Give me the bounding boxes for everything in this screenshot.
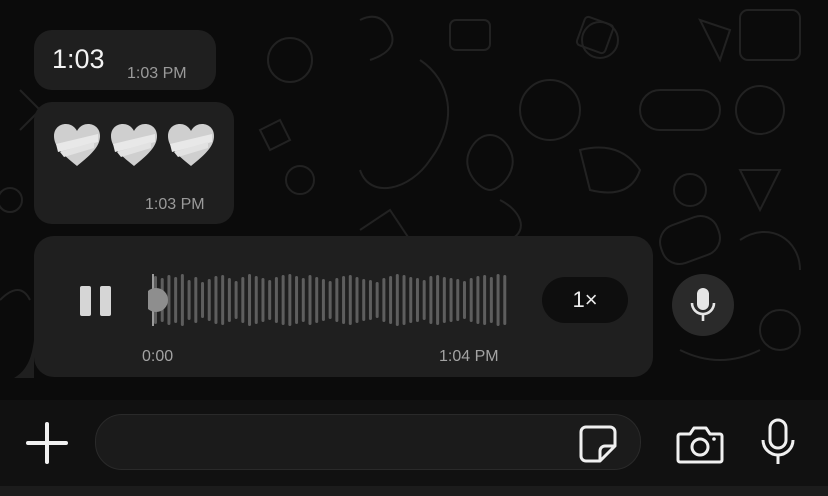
waveform-bar [382,278,386,322]
waveform-bar [489,277,493,323]
waveform-bar [321,279,325,321]
waveform-bar [221,275,225,325]
message-bubble[interactable]: 1:03 1:03 PM [34,30,216,90]
waveform-bar [362,279,366,321]
waveform-bar [261,278,265,322]
message-timestamp: 1:03 PM [127,65,187,82]
waveform-bar [368,280,372,320]
waveform-bar [194,277,198,323]
microphone-icon[interactable] [760,418,796,466]
waveform-bar [201,282,205,318]
waveform-bar [180,274,184,326]
waveform-bar [274,277,278,323]
waveform-bar [295,276,299,324]
message-input[interactable] [114,425,568,461]
waveform-bar [402,275,406,325]
waveform-bar [422,280,426,320]
waveform-bar [395,274,399,326]
microphone-icon [690,288,716,321]
waveform-bar [483,275,487,325]
waveform-bar [328,281,332,319]
waveform-bar [355,277,359,323]
playback-scrubber[interactable] [148,288,168,312]
pause-icon-bar [100,286,111,316]
voice-message-bubble[interactable]: 1× 0:00 1:04 PM [34,236,653,377]
waveform-bar [442,277,446,323]
pause-button[interactable] [80,286,114,316]
message-timestamp: 1:04 PM [439,348,499,365]
waveform-bar [214,276,218,324]
message-text: 1:03 [52,44,105,74]
grey-heart-icon [54,124,100,166]
waveform-bar [268,280,272,320]
plus-icon[interactable] [26,422,68,464]
waveform-bar [248,274,252,326]
waveform-bar [241,277,245,323]
grey-heart-icon [111,124,157,166]
waveform-bar [409,277,413,323]
waveform-bar [315,277,319,323]
message-timestamp: 1:03 PM [145,196,205,213]
sticker-icon[interactable] [578,424,618,464]
bubble-tail [14,340,34,378]
waveform-bar [375,282,379,318]
waveform-bar [348,275,352,325]
grey-hearts-emoji [52,122,216,168]
waveform-bar [389,276,393,324]
waveform-bar [436,275,440,325]
waveform-bar [227,278,231,322]
record-voice-button[interactable] [672,274,734,336]
waveform-bar [207,279,211,321]
waveform-bar [234,281,238,319]
waveform-bar [335,278,339,322]
emoji-message-bubble[interactable]: 1:03 PM [34,102,234,224]
voice-elapsed-time: 0:00 [142,348,174,365]
waveform-bar [308,275,312,325]
message-input-box[interactable] [95,414,641,470]
camera-icon[interactable] [676,424,724,464]
waveform-bar [415,278,419,322]
home-indicator-area [0,486,828,496]
waveform-bar [469,278,473,322]
waveform-bar [456,279,460,321]
waveform-bar [174,277,178,323]
waveform-bar [288,274,292,326]
playback-speed-button[interactable]: 1× [542,277,628,323]
waveform-bar [187,280,191,320]
waveform-bar [449,278,453,322]
pause-icon [80,286,91,316]
grey-heart-icon [168,124,214,166]
waveform-bar [281,275,285,325]
voice-waveform[interactable] [148,272,508,328]
waveform-bar [342,276,346,324]
waveform-bar [254,276,258,324]
waveform-bar [301,278,305,322]
waveform-bar [496,274,500,326]
waveform-bar [476,276,480,324]
waveform-bar [503,275,507,325]
waveform-bar [429,276,433,324]
waveform-bar [462,281,466,319]
